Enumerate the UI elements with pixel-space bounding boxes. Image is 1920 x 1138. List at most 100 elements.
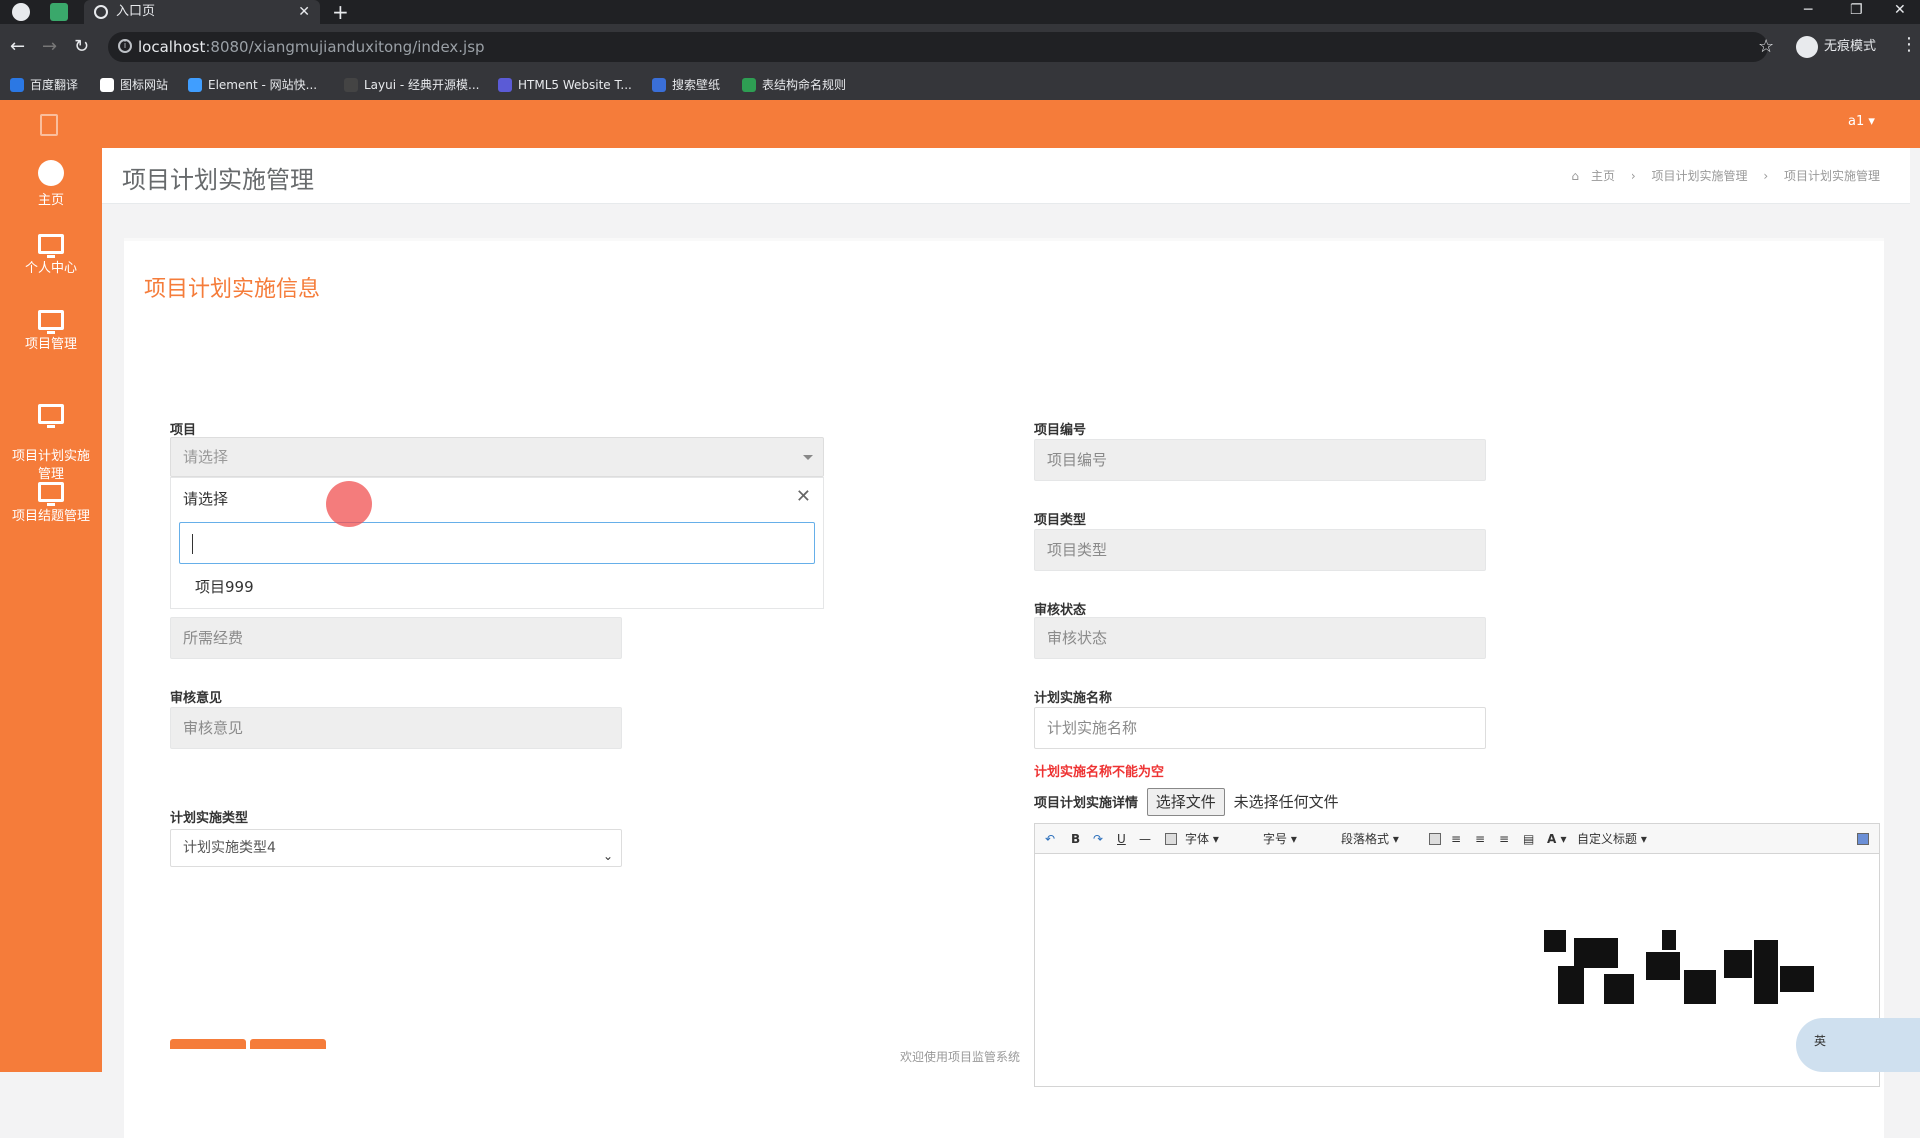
bookmark-item[interactable]: 搜索壁纸 <box>652 76 720 94</box>
bookmark-item[interactable]: Element - 网站快... <box>188 76 317 94</box>
review-opinion-field[interactable]: 审核意见 <box>170 707 622 749</box>
justify-icon[interactable]: ▤ <box>1523 831 1534 847</box>
ime-label: 英 <box>1814 1034 1827 1048</box>
translate-icon <box>10 78 24 92</box>
horizontal-rule-icon[interactable]: — <box>1139 831 1151 847</box>
restore-button[interactable]: ❐ <box>1850 0 1863 20</box>
breadcrumb-current: 项目计划实施管理 <box>1783 169 1880 183</box>
align-right-icon[interactable]: ≡ <box>1475 831 1485 847</box>
incognito-icon <box>1796 36 1818 58</box>
flag-icon <box>100 78 114 92</box>
click-indicator <box>326 481 372 527</box>
align-left-icon[interactable]: ≡ <box>1451 831 1461 847</box>
paragraph-format-select[interactable]: 段落格式 ▾ <box>1341 831 1399 847</box>
undo-icon[interactable]: ↶ <box>1045 831 1055 847</box>
clear-format-icon[interactable] <box>1165 833 1177 845</box>
bookmark-star-icon[interactable]: ☆ <box>1758 36 1774 57</box>
footer-text: 欢迎使用项目监管系统 <box>899 1050 1020 1064</box>
project-type-label: 项目类型 <box>1034 513 1087 528</box>
sidebar-item-project-closure[interactable]: 项目结题管理 <box>0 482 102 526</box>
page-header: 项目计划实施管理 ⌂ 主页 › 项目计划实施管理 › 项目计划实施管理 <box>102 148 1910 204</box>
plan-name-field[interactable]: 计划实施名称 <box>1034 707 1486 749</box>
review-status-field[interactable]: 审核状态 <box>1034 617 1486 659</box>
layui-icon <box>344 78 358 92</box>
browser-tab[interactable]: 入口页 ✕ <box>84 0 320 24</box>
ime-indicator[interactable]: 英 <box>1796 1018 1920 1072</box>
monitor-icon <box>38 234 64 258</box>
chevron-right-icon: › <box>1630 169 1636 183</box>
sidebar-item-project-management[interactable]: 项目管理 <box>0 310 102 354</box>
underline-icon[interactable]: U <box>1117 831 1126 847</box>
form-title: 项目计划实施信息 <box>144 277 321 302</box>
info-icon[interactable]: i <box>118 39 132 53</box>
caret-down-icon <box>803 455 813 460</box>
minimize-button[interactable]: ─ <box>1804 0 1812 20</box>
funds-field[interactable]: 所需经费 <box>170 617 622 659</box>
sidebar-item-label: 项目计划实施 管理 <box>11 449 90 482</box>
dropdown-search-input[interactable] <box>179 522 815 564</box>
project-no-field[interactable]: 项目编号 <box>1034 439 1486 481</box>
html5-icon <box>498 78 512 92</box>
url-path: :8080/xiangmujianduxitong/index.jsp <box>205 38 485 56</box>
sidebar-item-home[interactable]: 主页 <box>0 160 102 210</box>
monitor-icon <box>38 482 64 506</box>
url-host: localhost <box>138 38 206 56</box>
close-tab-icon[interactable]: ✕ <box>298 0 310 24</box>
incognito-profile[interactable]: 无痕模式 <box>1796 36 1876 58</box>
forward-icon[interactable]: → <box>42 36 57 58</box>
sidebar-item-label: 主页 <box>37 193 64 208</box>
bookmark-item[interactable]: 表结构命名规则 <box>742 76 846 94</box>
bold-icon[interactable]: B <box>1071 831 1080 847</box>
browser-tabbar: 入口页 ✕ + ─ ❐ ✕ <box>0 0 1920 24</box>
project-select-placeholder: 请选择 <box>183 448 229 466</box>
bookmark-item[interactable]: 百度翻译 <box>10 76 78 94</box>
plan-type-select[interactable]: 计划实施类型4 ⌄ <box>170 829 622 867</box>
dashboard-icon <box>38 160 64 186</box>
close-window-button[interactable]: ✕ <box>1894 0 1906 20</box>
font-label: 字体 <box>1185 832 1210 846</box>
browser-menu-icon[interactable]: ⋮ <box>1900 34 1918 55</box>
pinned-tab-icon[interactable] <box>50 3 68 21</box>
sidebar-item-plan-implementation[interactable]: 项目计划实施 管理 <box>0 386 102 484</box>
custom-title-select[interactable]: 自定义标题 ▾ <box>1577 831 1647 847</box>
url-field[interactable]: i localhost:8080/xiangmujianduxitong/ind… <box>108 32 1768 62</box>
detail-file-row: 项目计划实施详情 选择文件 未选择任何文件 <box>1034 787 1339 817</box>
sheet-icon <box>742 78 756 92</box>
plan-type-value: 计划实施类型4 <box>183 840 276 856</box>
font-color-icon[interactable]: A ▾ <box>1547 831 1567 847</box>
project-select[interactable]: 请选择 <box>170 437 824 477</box>
sidebar-item-label: 个人中心 <box>24 261 77 276</box>
font-family-select[interactable]: 字体 ▾ <box>1185 831 1219 847</box>
detail-label: 项目计划实施详情 <box>1034 796 1139 811</box>
wallpaper-icon <box>652 78 666 92</box>
globe-icon <box>94 5 108 19</box>
breadcrumb-item[interactable]: 项目计划实施管理 <box>1652 169 1748 183</box>
custom-title-label: 自定义标题 <box>1577 832 1638 846</box>
close-icon[interactable]: ✕ <box>796 486 811 507</box>
reload-icon[interactable]: ↻ <box>74 36 89 58</box>
dropdown-option[interactable]: 项目999 <box>195 576 254 597</box>
sidebar-item-personal-center[interactable]: 个人中心 <box>0 234 102 278</box>
table-icon[interactable] <box>1429 833 1441 845</box>
project-label: 项目 <box>170 423 197 438</box>
chevron-down-icon: ⌄ <box>602 849 613 863</box>
user-menu[interactable]: a1 ▾ <box>1848 114 1875 129</box>
bookmark-item[interactable]: 图标网站 <box>100 76 168 94</box>
size-label: 字号 <box>1263 832 1288 846</box>
font-size-select[interactable]: 字号 ▾ <box>1263 831 1297 847</box>
back-icon[interactable]: ← <box>10 36 25 58</box>
redo-icon[interactable]: ↷ <box>1093 831 1103 847</box>
bookmark-item[interactable]: HTML5 Website T... <box>498 76 632 94</box>
new-tab-button[interactable]: + <box>332 0 349 24</box>
bookmark-item[interactable]: Layui - 经典开源模... <box>344 76 479 94</box>
breadcrumb-home[interactable]: 主页 <box>1591 169 1615 183</box>
align-center-icon[interactable]: ≡ <box>1499 831 1509 847</box>
dropdown-title: 请选择 <box>183 490 229 508</box>
sidebar: 主页 个人中心 项目管理 项目计划实施 管理 项目结题管理 <box>0 148 102 1072</box>
element-icon <box>188 78 202 92</box>
project-type-field[interactable]: 项目类型 <box>1034 529 1486 571</box>
choose-file-button[interactable]: 选择文件 <box>1146 788 1225 816</box>
monitor-icon <box>38 310 64 334</box>
fullscreen-icon[interactable] <box>1857 833 1869 845</box>
logo-icon <box>40 114 58 136</box>
